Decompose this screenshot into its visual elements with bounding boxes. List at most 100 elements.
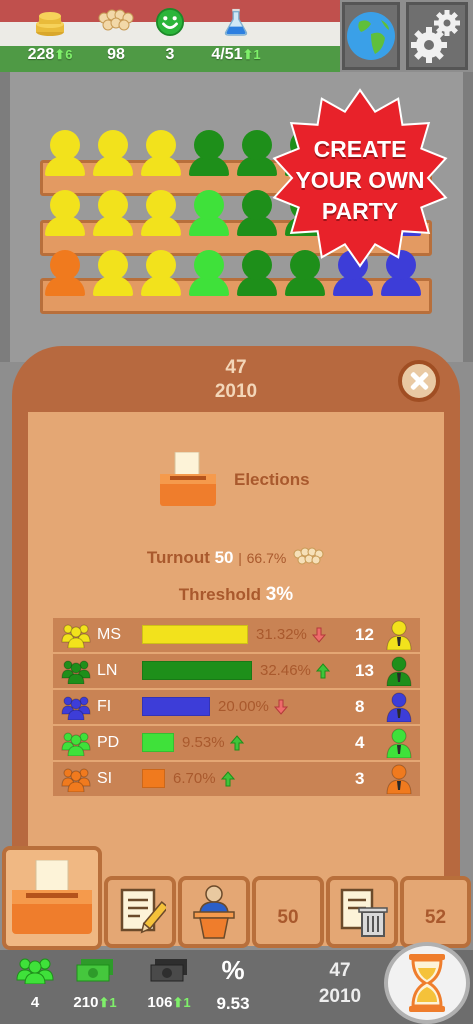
trend-up-icon [221,771,235,787]
threshold-line: Threshold 3% [28,584,444,606]
deputy-seat [194,130,224,160]
party-row-ms[interactable]: MS 31.32% 12 [53,618,420,652]
create-party-badge[interactable]: CREATE YOUR OWN PARTY [270,88,450,268]
ballot-box-icon [12,860,92,934]
deputy-seat [146,190,176,220]
next-turn-button[interactable] [384,942,470,1024]
deputy-seat [50,250,80,280]
party-name: MS [97,626,121,643]
vote-share-value: 9.53 [216,994,250,1013]
party-leader-icon [386,620,412,650]
deputy-seat [146,250,176,280]
vote-share-bar [142,625,248,644]
elections-title: Elections [234,470,310,489]
flask-icon [224,8,248,36]
top-status-bar: 228⬆6 98 3 4/51⬆1 [0,0,473,72]
income-delta: 1 [109,995,117,1010]
vote-share-bar [142,661,252,680]
vote-percent: 20.00% [218,698,269,715]
expenses-stat: 106⬆1 [134,956,204,1011]
deputy-seat [146,130,176,160]
research-up-icon: ⬆ [242,47,254,62]
world-button[interactable] [342,2,400,70]
vote-share-bar [142,733,174,752]
party-leader-icon [386,764,412,794]
trend-up-icon [230,735,244,751]
crowd-icon [293,547,324,565]
trend-up-icon [316,663,331,679]
trend-down-icon [312,627,327,643]
hourglass-icon [409,954,445,1012]
seat-count: 8 [355,697,365,716]
threshold-unit: % [276,584,294,605]
settings-button[interactable] [406,2,468,70]
seat-count: 4 [355,733,365,752]
cash-icon [76,959,113,982]
speaker-podium-icon [193,885,235,939]
turnout-label: Turnout [146,548,210,567]
research-stat: 4/51⬆1 [196,8,276,64]
party-group-icon [61,660,91,684]
close-button[interactable] [398,360,440,402]
vote-percent: 31.32% [256,626,307,643]
deputy-seat [98,130,128,160]
threshold-label: Threshold [178,585,261,604]
create-party-text: CREATE YOUR OWN PARTY [295,136,425,224]
deputy-seat [242,190,272,220]
trend-down-icon [274,699,289,715]
party-row-pd[interactable]: PD 9.53% 4 [53,726,420,760]
party-name: LN [97,662,118,679]
money-up-icon: ⬆ [54,47,66,62]
turnout-line: Turnout 50 | 66.7% [28,546,444,568]
seat-count: 12 [355,625,374,644]
write-law-button[interactable] [104,876,176,948]
counter-a-button[interactable]: 50 [252,876,324,948]
money-delta: 6 [65,47,73,62]
party-group-icon [61,696,91,720]
party-name: FI [97,698,112,715]
income-value: 210 [73,994,99,1011]
vote-percent: 32.46% [260,662,311,679]
turnout-percent: 66.7% [246,550,287,566]
party-name: PD [97,734,120,751]
dark-cash-icon [150,959,187,982]
party-row-ln[interactable]: LN 32.46% 13 [53,654,420,688]
party-leader-icon [386,728,412,758]
party-row-si[interactable]: SI 6.70% 3 [53,762,420,796]
deputy-seat [242,130,272,160]
seat-count: 13 [355,661,374,680]
expenses-up-icon: ⬆ [172,995,184,1010]
panel-day: 47 [225,357,247,378]
panel-date: 47 2010 [12,356,460,404]
globe-icon [347,12,395,60]
counter-b-button[interactable]: 52 [400,876,471,948]
election-results-table: MS 31.32% 12 LN 32.46% 13 FI 20.00% 8 PD 9.53% 4… [53,618,420,798]
ballot-box-icon [160,452,216,506]
expenses-delta: 1 [183,995,191,1010]
bottom-year: 2010 [318,986,362,1007]
party-row-fi[interactable]: FI 20.00% 8 [53,690,420,724]
research-value: 4/51 [211,46,243,63]
party-leader-icon [386,692,412,722]
vote-share-bar [142,769,165,788]
speech-button[interactable] [178,876,250,948]
people-icon [16,958,54,984]
deputy-seat [98,190,128,220]
party-leader-icon [386,656,412,686]
delete-law-button[interactable] [326,876,398,948]
bottom-date: 47 2010 [300,958,380,1010]
expenses-value: 106 [147,994,173,1011]
research-delta: 1 [253,47,261,62]
document-trash-icon [340,888,388,937]
vote-share-bar [142,697,210,716]
party-name: SI [97,770,113,787]
turnout-value: 50 [214,548,234,567]
gears-icon [411,10,460,63]
vote-share-stat: % 9.53 [198,956,268,1014]
ballot-box-button[interactable] [2,846,102,950]
vote-percent: 6.70% [173,770,216,787]
counter-a-label: 50 [277,907,299,928]
deputy-seat [194,250,224,280]
document-pencil-icon [120,888,166,934]
action-bar: 50 52 [0,846,473,950]
